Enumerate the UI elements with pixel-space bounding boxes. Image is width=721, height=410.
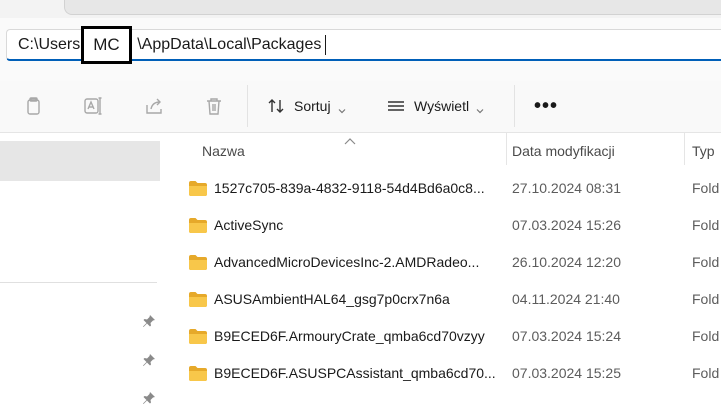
delete-icon[interactable] [203,95,225,117]
table-row[interactable]: B9ECED6F.ArmouryCrate_qmba6cd70vzyy 07.03… [161,318,721,355]
file-list: Nazwa Data modyfikacji Typ 1527c705-839a… [161,133,721,399]
file-name: AdvancedMicroDevicesInc-2.AMDRadeo... [214,254,480,270]
file-date: 04.11.2024 21:40 [512,291,620,307]
file-name: 1527c705-839a-4832-9118-54d4Bd6a0c8... [214,180,485,196]
file-name: B9ECED6F.ASUSPCAssistant_qmba6cd70... [214,365,496,381]
text-caret [325,35,327,55]
folder-icon [189,292,207,307]
view-label: Wyświetl [414,98,470,114]
file-date: 07.03.2024 15:26 [512,217,621,233]
file-type: Fold [692,328,720,344]
tab-strip[interactable] [64,0,721,15]
path-prefix: C:\Users [18,36,81,53]
more-options-button[interactable]: ••• [534,96,558,116]
rename-icon[interactable] [82,95,104,117]
pin-icon[interactable] [142,391,156,405]
folder-icon [189,366,207,381]
column-header-date[interactable]: Data modyfikacji [512,143,615,159]
file-name: B9ECED6F.ArmouryCrate_qmba6cd70vzyy [214,328,485,344]
table-row[interactable]: ActiveSync 07.03.2024 15:26 Fold [161,207,721,244]
title-bar [0,0,721,18]
share-icon[interactable] [143,95,165,117]
column-separator[interactable] [506,133,507,165]
navigation-pane [0,133,161,404]
chevron-down-icon [338,102,346,114]
file-type: Fold [692,365,720,381]
copy-icon[interactable] [23,95,45,117]
redacted-username: MC [93,35,120,54]
view-button[interactable]: Wyświetl [386,93,484,119]
file-date: 27.10.2024 08:31 [512,180,621,196]
column-header-name[interactable]: Nazwa [202,143,245,159]
sort-label: Sortuj [294,98,331,114]
command-bar: Sortuj Wyświetl ••• [0,81,721,133]
file-date: 07.03.2024 15:24 [512,328,621,344]
table-row[interactable]: AdvancedMicroDevicesInc-2.AMDRadeo... 26.… [161,244,721,281]
column-header-type[interactable]: Typ [692,143,715,159]
file-type: Fold [692,180,720,196]
file-type: Fold [692,291,720,307]
pin-icon[interactable] [142,314,156,328]
path-suffix: \AppData\Local\Packages [137,36,322,53]
nav-divider [0,282,157,283]
folder-icon [189,255,207,270]
folder-icon [189,218,207,233]
address-path[interactable]: C:\Users \AppData\Local\Packages [18,35,327,55]
file-date: 07.03.2024 15:25 [512,365,621,381]
file-name: ActiveSync [214,217,284,233]
table-row[interactable]: ASUSAmbientHAL64_gsg7p0crx7n6a 04.11.2024… [161,281,721,318]
pin-icon[interactable] [142,353,156,367]
toolbar-separator [247,85,248,127]
sort-icon [266,96,286,116]
chevron-down-icon [476,102,484,114]
column-separator[interactable] [684,133,685,165]
sort-button[interactable]: Sortuj [266,93,346,119]
folder-icon [189,181,207,196]
folder-icon [189,329,207,344]
file-type: Fold [692,254,720,270]
table-row[interactable]: 1527c705-839a-4832-9118-54d4Bd6a0c8... 27… [161,170,721,207]
nav-item-selected[interactable] [0,141,160,181]
file-name: ASUSAmbientHAL64_gsg7p0crx7n6a [214,291,450,307]
file-type: Fold [692,217,720,233]
redaction-box: MC [81,26,132,64]
toolbar-separator [514,85,515,127]
sort-ascending-icon [344,133,356,145]
list-view-icon [386,96,406,116]
file-date: 26.10.2024 12:20 [512,254,621,270]
table-row[interactable]: B9ECED6F.ASUSPCAssistant_qmba6cd70... 07.… [161,355,721,392]
